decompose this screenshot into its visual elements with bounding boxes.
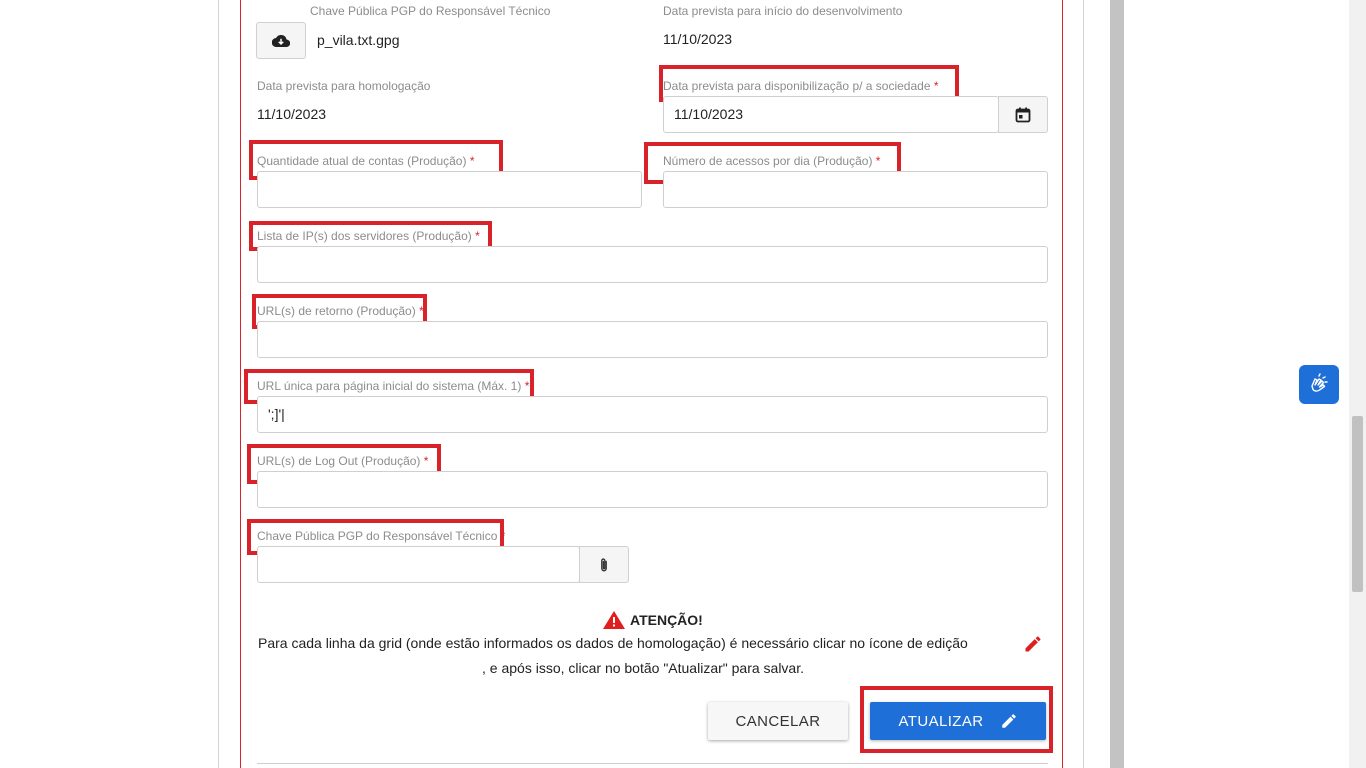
- home-url-input[interactable]: ';]'|: [257, 396, 1048, 433]
- pgp-file-label: Chave Pública PGP do Responsável Técnico: [310, 4, 551, 18]
- ip-list-input[interactable]: [257, 246, 1048, 283]
- page: Chave Pública PGP do Responsável Técnico…: [0, 0, 1366, 768]
- pgp-file-name: p_vila.txt.gpg: [317, 32, 400, 48]
- daily-access-input[interactable]: [663, 171, 1048, 208]
- update-button[interactable]: ATUALIZAR: [870, 702, 1046, 740]
- pencil-icon: [1025, 636, 1041, 652]
- availability-date-input[interactable]: 11/10/2023: [663, 96, 999, 133]
- warning-title: ATENÇÃO!: [630, 612, 703, 628]
- start-dev-value: 11/10/2023: [663, 31, 733, 47]
- accounts-input[interactable]: [257, 171, 642, 208]
- edit-icon: [1001, 714, 1016, 728]
- scrollbar-thumb[interactable]: [1352, 416, 1363, 592]
- sign-language-icon: [1311, 372, 1328, 392]
- warning-title-row: ATENÇÃO!: [602, 610, 703, 630]
- cancel-button[interactable]: CANCELAR: [708, 702, 848, 740]
- warning-triangle-icon: [603, 611, 625, 629]
- update-button-label: ATUALIZAR: [898, 712, 984, 730]
- accessibility-button[interactable]: [1299, 365, 1339, 404]
- calendar-icon: [1015, 107, 1031, 122]
- paperclip-icon: [601, 557, 607, 571]
- return-urls-input[interactable]: [257, 321, 1048, 358]
- page-scrollbar[interactable]: [1349, 0, 1366, 768]
- bottom-divider: [257, 763, 1048, 764]
- warning-line-2: , e após isso, clicar no botão "Atualiza…: [482, 660, 804, 676]
- logout-urls-input[interactable]: [257, 471, 1048, 508]
- cloud-download-icon: [272, 34, 290, 47]
- download-pgp-button[interactable]: [256, 22, 306, 59]
- calendar-button[interactable]: [998, 96, 1048, 133]
- attach-pgp-button[interactable]: [579, 546, 629, 583]
- homolog-date-label: Data prevista para homologação: [257, 79, 431, 93]
- side-strip: [1110, 0, 1124, 768]
- start-dev-label: Data prevista para início do desenvolvim…: [663, 4, 903, 18]
- pgp-key-input[interactable]: [257, 546, 580, 583]
- homolog-date-value: 11/10/2023: [257, 106, 327, 122]
- warning-line-1: Para cada linha da grid (onde estão info…: [258, 635, 968, 651]
